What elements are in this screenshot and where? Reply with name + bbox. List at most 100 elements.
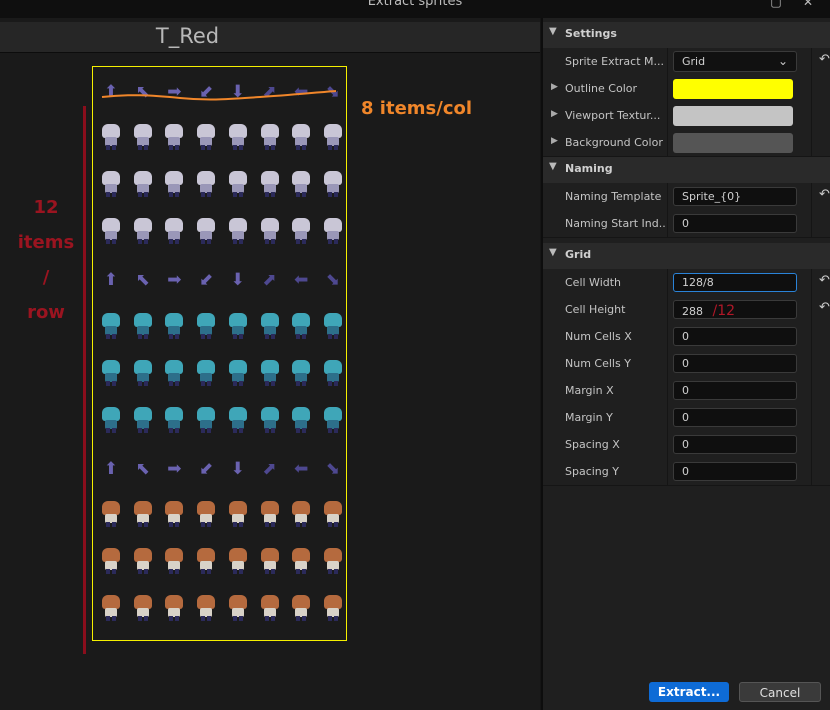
character-sprite bbox=[258, 218, 282, 245]
triangle-right-icon[interactable]: ▶ bbox=[551, 109, 558, 119]
reset-arrow-icon[interactable]: ↶ bbox=[819, 187, 830, 202]
reset-arrow-icon[interactable]: ↶ bbox=[819, 273, 830, 288]
character-sprite bbox=[162, 312, 186, 339]
cell-height-input[interactable]: 288 /12 bbox=[673, 300, 797, 319]
row-margin-y: Margin Y 0 bbox=[543, 404, 830, 432]
extract-mode-dropdown[interactable]: Grid ⌄ bbox=[673, 51, 797, 72]
character-sprite bbox=[226, 124, 250, 151]
character-sprite bbox=[289, 218, 313, 245]
arrow-sprite: ⬆ bbox=[103, 458, 119, 479]
character-sprite bbox=[289, 124, 313, 151]
character-sprite bbox=[99, 124, 123, 151]
background-color-swatch[interactable] bbox=[673, 133, 793, 153]
column-divider bbox=[811, 210, 812, 237]
row-outline-color: ▶ Outline Color bbox=[543, 75, 830, 103]
cancel-button[interactable]: Cancel bbox=[739, 682, 821, 702]
character-sprite bbox=[131, 595, 155, 622]
property-label: Cell Width bbox=[565, 276, 622, 289]
row-naming-template: Naming Template Sprite_{0} ↶ bbox=[543, 183, 830, 211]
triangle-right-icon[interactable]: ▶ bbox=[551, 136, 558, 146]
arrow-sprite: ⬋ bbox=[198, 270, 214, 291]
character-sprite bbox=[99, 406, 123, 433]
character-sprite bbox=[258, 359, 282, 386]
rows-bracket-line bbox=[83, 106, 86, 654]
num-cells-y-input[interactable]: 0 bbox=[673, 354, 797, 373]
section-naming[interactable]: ▼ Naming bbox=[543, 157, 830, 184]
character-sprite bbox=[226, 359, 250, 386]
reset-arrow-icon[interactable]: ↶ bbox=[819, 300, 830, 315]
character-sprite bbox=[258, 406, 282, 433]
cell-width-input[interactable]: 128/8 bbox=[673, 273, 797, 292]
character-sprite bbox=[321, 359, 345, 386]
section-settings[interactable]: ▼ Settings bbox=[543, 22, 830, 49]
character-sprite bbox=[289, 359, 313, 386]
arrow-sprite: ⬊ bbox=[325, 270, 341, 291]
reset-arrow-icon[interactable]: ↶ bbox=[819, 52, 830, 67]
arrow-sprite: ➡ bbox=[167, 270, 182, 291]
extract-button[interactable]: Extract... bbox=[649, 682, 729, 702]
character-sprite bbox=[131, 124, 155, 151]
column-divider bbox=[811, 431, 812, 458]
close-icon[interactable]: ✕ bbox=[798, 0, 818, 9]
character-sprite bbox=[289, 500, 313, 527]
collapse-caret-icon[interactable]: ▼ bbox=[549, 161, 557, 172]
column-divider bbox=[667, 102, 668, 129]
collapse-caret-icon[interactable]: ▼ bbox=[549, 247, 557, 258]
naming-template-input[interactable]: Sprite_{0} bbox=[673, 187, 797, 206]
sprite-preview-pane[interactable]: T_Red ⬆ ⬉ ➡ ⬋ ⬇ ⬈ ⬅ ⬊ ⬆ ⬉ ➡ ⬋ ⬇ ⬈ ⬅ ⬊ ⬆ ⬉ ➡ ⬋ ⬇ ⬈ ⬅ ⬊ 12 items … bbox=[0, 18, 540, 710]
arrow-sprite: ⬋ bbox=[198, 458, 214, 479]
column-divider bbox=[667, 210, 668, 237]
texture-header: T_Red bbox=[0, 22, 540, 53]
column-divider bbox=[811, 323, 812, 350]
arrow-sprite: ⬉ bbox=[135, 458, 150, 479]
arrow-sprite: ⬈ bbox=[262, 458, 277, 479]
character-sprite bbox=[194, 406, 218, 433]
arrow-sprite: ⬇ bbox=[230, 270, 245, 291]
outline-color-swatch[interactable] bbox=[673, 79, 793, 99]
character-sprite bbox=[162, 359, 186, 386]
character-sprite bbox=[289, 595, 313, 622]
column-divider bbox=[811, 102, 812, 129]
rows-annotation-line: row bbox=[27, 302, 65, 323]
collapse-caret-icon[interactable]: ▼ bbox=[549, 26, 557, 37]
property-label: Cell Height bbox=[565, 303, 626, 316]
column-divider bbox=[811, 269, 812, 296]
character-sprite bbox=[258, 548, 282, 574]
column-divider bbox=[667, 75, 668, 102]
arrow-sprite: ⬊ bbox=[325, 458, 341, 479]
character-sprite bbox=[99, 548, 123, 574]
property-label: Margin Y bbox=[565, 411, 613, 424]
column-divider bbox=[811, 296, 812, 323]
column-divider bbox=[811, 75, 812, 102]
spacing-x-input[interactable]: 0 bbox=[673, 435, 797, 454]
rows-annotation: 12 items / row bbox=[14, 190, 78, 330]
margin-x-input[interactable]: 0 bbox=[673, 381, 797, 400]
character-sprite bbox=[289, 406, 313, 433]
character-sprite bbox=[321, 312, 345, 339]
row-margin-x: Margin X 0 bbox=[543, 377, 830, 405]
section-grid[interactable]: ▼ Grid bbox=[543, 243, 830, 270]
character-sprite bbox=[99, 595, 123, 622]
triangle-right-icon[interactable]: ▶ bbox=[551, 82, 558, 92]
margin-y-input[interactable]: 0 bbox=[673, 408, 797, 427]
row-spacing-x: Spacing X 0 bbox=[543, 431, 830, 459]
row-viewport-texture: ▶ Viewport Textur... bbox=[543, 102, 830, 130]
num-cells-x-input[interactable]: 0 bbox=[673, 327, 797, 346]
minimize-icon[interactable]: ▢ bbox=[766, 0, 786, 9]
column-divider bbox=[811, 350, 812, 377]
character-sprite bbox=[99, 171, 123, 198]
spacing-y-input[interactable]: 0 bbox=[673, 462, 797, 481]
naming-start-index-input[interactable]: 0 bbox=[673, 214, 797, 233]
property-label: Num Cells Y bbox=[565, 357, 631, 370]
column-divider bbox=[667, 377, 668, 404]
character-sprite bbox=[226, 312, 250, 339]
viewport-texture-swatch[interactable] bbox=[673, 106, 793, 126]
character-sprite bbox=[194, 171, 218, 198]
character-sprite bbox=[162, 124, 186, 151]
handwritten-note: /12 bbox=[712, 303, 736, 319]
character-sprite bbox=[162, 406, 186, 433]
character-sprite bbox=[162, 500, 186, 527]
column-divider bbox=[811, 404, 812, 431]
row-background-color: ▶ Background Color bbox=[543, 129, 830, 157]
sprite-sheet[interactable]: ⬆ ⬉ ➡ ⬋ ⬇ ⬈ ⬅ ⬊ ⬆ ⬉ ➡ ⬋ ⬇ ⬈ ⬅ ⬊ ⬆ ⬉ ➡ ⬋ ⬇ ⬈ ⬅ ⬊ bbox=[92, 66, 347, 641]
